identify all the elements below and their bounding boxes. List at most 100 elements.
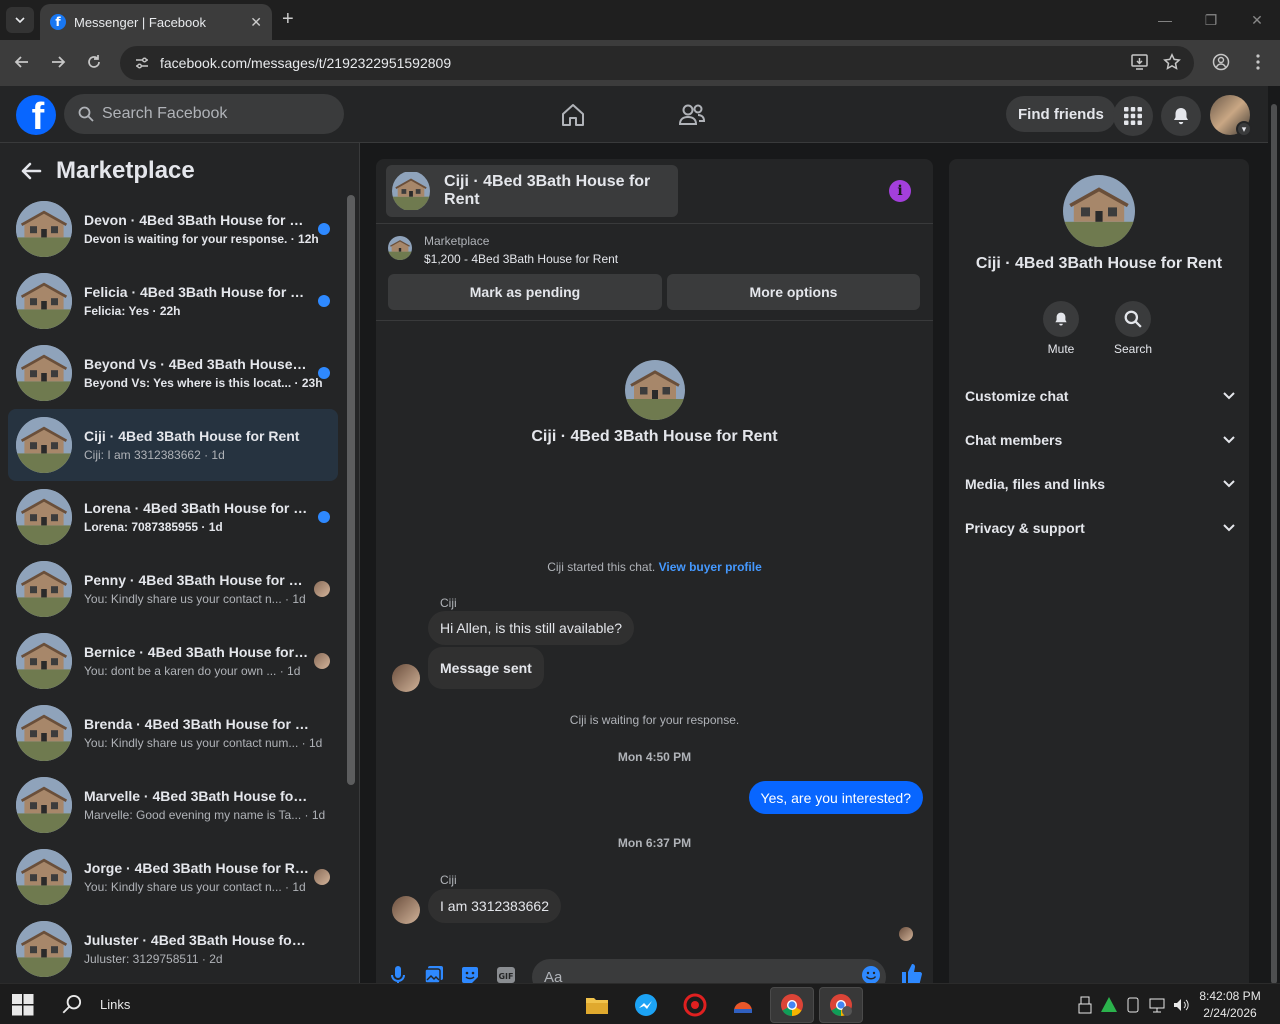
notifications-button[interactable] [1161,96,1201,136]
more-options-button[interactable]: More options [667,274,920,310]
sticker-icon[interactable] [460,965,480,983]
home-nav-icon[interactable] [560,102,586,128]
browser-menu-icon[interactable] [1250,53,1266,71]
red-app-icon[interactable] [673,987,717,1023]
svg-text:GIF: GIF [498,972,513,981]
green-triangle-tray-icon[interactable] [1100,996,1118,1014]
view-buyer-profile-link[interactable]: View buyer profile [659,560,762,574]
conversation-item[interactable]: Ciji · 4Bed 3Bath House for Rent Ciji: I … [8,409,338,481]
conversation-item[interactable]: Felicia · 4Bed 3Bath House for Re... Feli… [8,265,338,337]
page-scrollbar[interactable] [1268,86,1280,984]
grid-icon [1124,107,1142,125]
sender-avatar[interactable] [392,664,420,692]
facebook-logo-letter: f [31,96,45,135]
conversation-text: Ciji · 4Bed 3Bath House for Rent Ciji: I … [84,428,309,462]
conversation-item[interactable]: Beyond Vs · 4Bed 3Bath House f... Beyond … [8,337,338,409]
my-message-bubble[interactable]: Yes, are you interested? [748,781,923,814]
forward-button[interactable] [49,53,67,71]
reload-button[interactable] [85,53,103,71]
tab-close-icon[interactable]: ✕ [250,14,262,31]
unread-dot [318,223,330,235]
conversation-list: Devon · 4Bed 3Bath House for R... Devon i… [8,193,338,985]
conversation-preview: Ciji: I am 3312383662 · 1d [84,448,225,462]
photo-icon[interactable] [424,965,444,983]
mark-as-pending-button[interactable]: Mark as pending [388,274,662,310]
account-avatar[interactable]: ▾ [1210,95,1252,137]
conversation-item[interactable]: Lorena · 4Bed 3Bath House for R... Lorena… [8,481,338,553]
conversation-list-scrollbar[interactable] [347,195,355,785]
conversation-item[interactable]: Jorge · 4Bed 3Bath House for Re... You: K… [8,841,338,913]
facebook-search[interactable] [64,94,344,134]
profile-icon[interactable] [1212,53,1230,71]
message-input-box[interactable] [532,959,886,983]
chrome-profile-app-icon[interactable] [819,987,863,1023]
system-clock[interactable]: 8:42:08 PM 2/24/2026 [1195,988,1265,1022]
new-tab-button[interactable]: + [282,9,294,29]
chat-header[interactable]: Ciji · 4Bed 3Bath House for Rent [386,165,678,217]
conversation-item[interactable]: Penny · 4Bed 3Bath House for R... You: Ki… [8,553,338,625]
file-explorer-icon[interactable] [575,987,619,1023]
close-window-button[interactable]: ✕ [1234,0,1280,40]
usb-tray-icon[interactable] [1078,996,1092,1014]
message-input[interactable] [544,968,844,983]
page-scrollbar-thumb[interactable] [1271,104,1277,984]
conversation-avatar [16,705,72,761]
row-label: Privacy & support [965,520,1085,536]
microphone-icon[interactable] [390,965,406,983]
conversation-item[interactable]: Marvelle · 4Bed 3Bath House for R... Marv… [8,769,338,841]
taskbar-search-icon[interactable] [62,994,82,1014]
facebook-logo-icon[interactable]: f [16,95,56,135]
house-thumbnail-icon [16,633,72,689]
chrome-app-icon[interactable] [770,987,814,1023]
network-tray-icon[interactable] [1148,996,1166,1014]
house-thumbnail-icon [16,273,72,329]
browser-tab[interactable]: f Messenger | Facebook ✕ [40,4,272,40]
menu-grid-button[interactable] [1113,96,1153,136]
site-settings-icon[interactable] [134,55,150,71]
conversation-info-icon[interactable]: i [889,180,911,202]
conversation-item[interactable]: Brenda · 4Bed 3Bath House for Rent You: K… [8,697,338,769]
message-sent-bubble[interactable]: Message sent [428,647,544,689]
address-bar[interactable]: facebook.com/messages/t/2192322951592809 [120,46,1194,80]
bell-icon [1174,108,1188,125]
thumbs-up-icon[interactable] [900,963,922,983]
chevron-down-icon: ▾ [1236,121,1252,137]
customize-chat-row[interactable]: Customize chat [965,374,1235,418]
device-tray-icon[interactable] [1126,996,1140,1014]
message-bubble[interactable]: Hi Allen, is this still available? [428,611,635,645]
bookmark-star-icon[interactable] [1163,53,1181,71]
mute-button[interactable] [1043,301,1079,337]
conversation-item[interactable]: Bernice · 4Bed 3Bath House for ... You: d… [8,625,338,697]
friends-nav-icon[interactable] [678,102,706,128]
vpn-app-icon[interactable] [721,987,765,1023]
messenger-app-icon[interactable] [624,987,668,1023]
sender-avatar[interactable] [392,896,420,924]
back-button[interactable] [13,53,31,71]
chat-panel: Ciji · 4Bed 3Bath House for Rent i Marke… [376,159,933,983]
conversation-item[interactable]: Devon · 4Bed 3Bath House for R... Devon i… [8,193,338,265]
search-in-chat-button[interactable] [1115,301,1151,337]
conversation-item[interactable]: Juluster · 4Bed 3Bath House for Rent Julu… [8,913,338,985]
install-app-icon[interactable] [1130,53,1150,71]
chevron-down-icon [1223,392,1235,400]
tab-search-button[interactable] [6,7,34,33]
search-action[interactable]: Search [1103,301,1163,356]
back-arrow-icon[interactable] [20,161,42,181]
find-friends-button[interactable]: Find friends [1006,96,1116,132]
emoji-icon[interactable] [861,965,881,983]
windows-start-icon[interactable] [12,994,34,1016]
restore-button[interactable]: ❐ [1188,0,1234,40]
mute-action[interactable]: Mute [1031,301,1091,356]
chat-members-row[interactable]: Chat members [965,418,1235,462]
minimize-button[interactable]: — [1142,0,1188,40]
chat-intro-avatar [625,360,685,420]
house-thumbnail-icon [625,360,685,420]
privacy-support-row[interactable]: Privacy & support [965,506,1235,550]
listing-title[interactable]: $1,200 - 4Bed 3Bath House for Rent [424,252,618,266]
volume-tray-icon[interactable] [1172,996,1190,1014]
taskbar-links-label[interactable]: Links [100,997,130,1012]
gif-icon[interactable]: GIF [496,965,516,983]
message-bubble[interactable]: I am 3312383662 [428,889,561,923]
media-files-links-row[interactable]: Media, files and links [965,462,1235,506]
facebook-search-input[interactable] [102,105,322,123]
